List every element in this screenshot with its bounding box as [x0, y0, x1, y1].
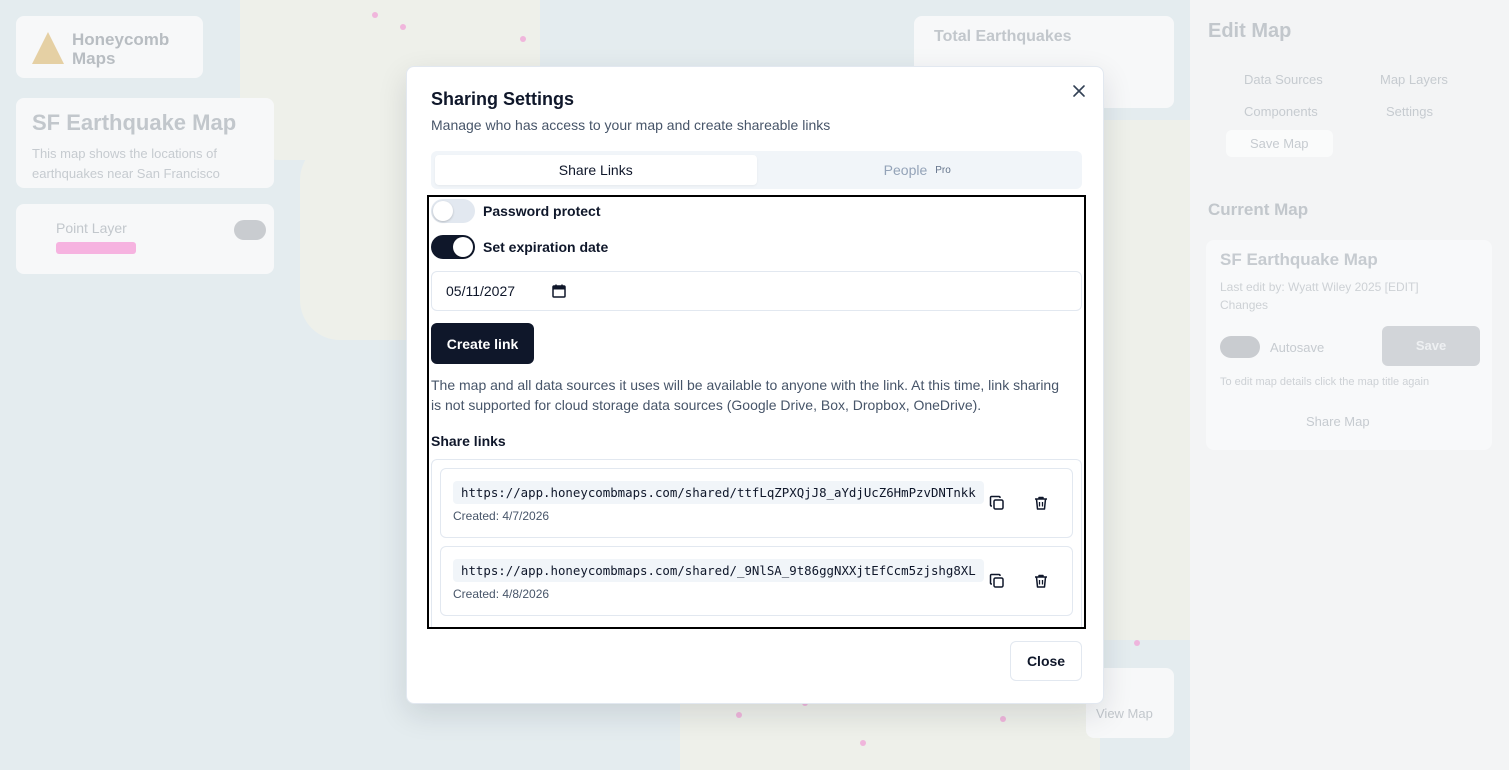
password-protect-toggle[interactable]	[431, 199, 475, 223]
copy-icon[interactable]	[985, 569, 1009, 593]
share-link-url[interactable]: https://app.honeycombmaps.com/shared/ttf…	[453, 481, 984, 504]
expiration-date-value: 05/11/2027	[446, 283, 516, 299]
tab-people[interactable]: People Pro	[757, 155, 1079, 185]
share-links-heading: Share links	[431, 433, 506, 449]
expiration-toggle[interactable]	[431, 235, 475, 259]
close-button[interactable]: Close	[1010, 641, 1082, 681]
sharing-tabs: Share Links People Pro	[431, 151, 1082, 189]
sharing-settings-dialog: Sharing Settings Manage who has access t…	[406, 66, 1104, 704]
list-item: https://app.honeycombmaps.com/shared/ttf…	[440, 468, 1073, 538]
share-link-created: Created: 4/8/2026	[453, 587, 550, 601]
share-link-created: Created: 4/7/2026	[453, 509, 550, 523]
tab-people-label: People	[883, 162, 928, 178]
password-protect-row: Password protect	[431, 199, 600, 223]
trash-icon[interactable]	[1029, 569, 1053, 593]
expiration-row: Set expiration date	[431, 235, 608, 259]
create-link-button[interactable]: Create link	[431, 323, 534, 364]
tab-share-links-label: Share Links	[558, 162, 633, 178]
expiration-date-input[interactable]: 05/11/2027	[431, 271, 1082, 311]
copy-icon[interactable]	[985, 491, 1009, 515]
dialog-title: Sharing Settings	[431, 89, 575, 109]
share-info-text: The map and all data sources it uses wil…	[431, 377, 1059, 413]
expiration-label: Set expiration date	[483, 239, 609, 255]
password-protect-label: Password protect	[483, 203, 601, 219]
tab-share-links[interactable]: Share Links	[435, 155, 757, 185]
share-links-panel: Password protect Set expiration date 05/…	[427, 195, 1086, 629]
list-item: https://app.honeycombmaps.com/shared/_9N…	[440, 546, 1073, 616]
share-link-url[interactable]: https://app.honeycombmaps.com/shared/_9N…	[453, 559, 984, 582]
dialog-description: Manage who has access to your map and cr…	[431, 117, 831, 133]
pro-badge: Pro	[935, 164, 951, 176]
dialog-close-icon[interactable]	[1069, 81, 1089, 101]
share-links-list: https://app.honeycombmaps.com/shared/ttf…	[431, 459, 1082, 627]
calendar-icon[interactable]	[552, 284, 566, 301]
trash-icon[interactable]	[1029, 491, 1053, 515]
